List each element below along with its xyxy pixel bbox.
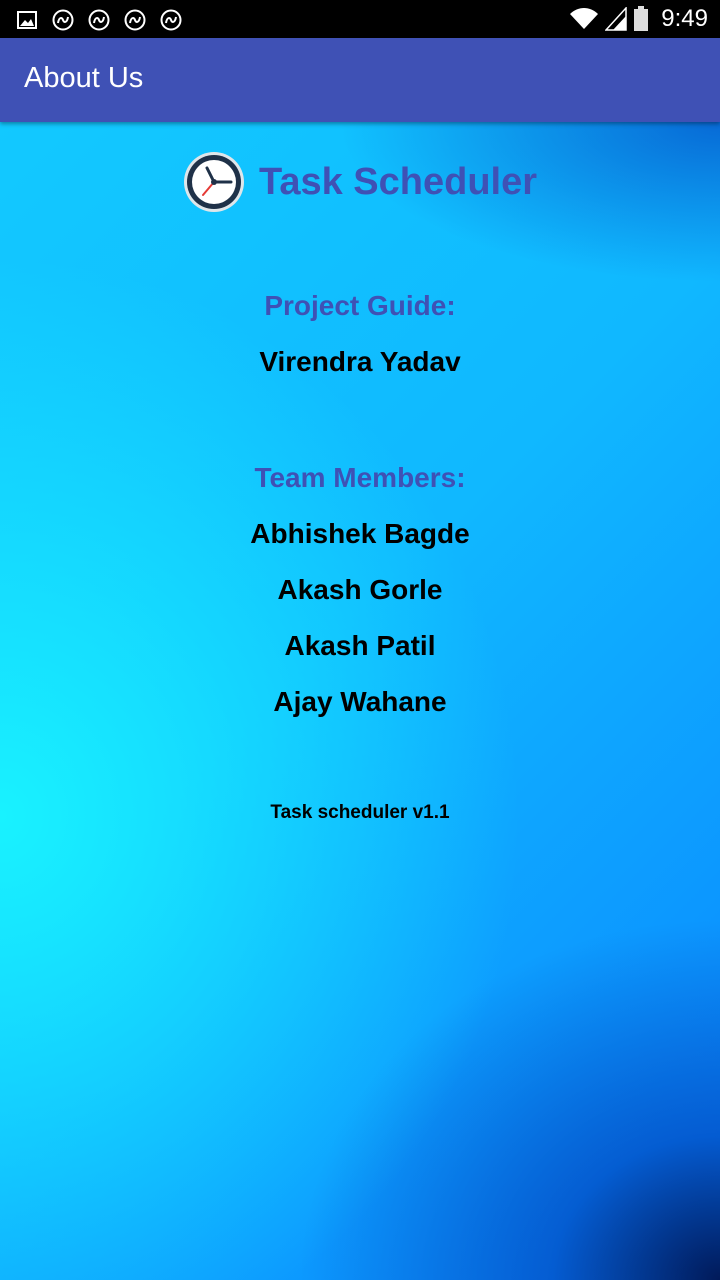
system-icons: 9:49 <box>563 5 708 33</box>
team-member: Akash Patil <box>284 630 436 661</box>
team-members-label: Team Members: <box>254 462 466 493</box>
sync-icon <box>52 9 74 31</box>
app-header: Task Scheduler <box>0 150 720 214</box>
signal-icon <box>605 7 628 31</box>
team-member: Ajay Wahane <box>273 686 447 717</box>
project-guide-name: Virendra Yadav <box>259 346 461 377</box>
battery-icon <box>633 6 649 32</box>
status-time: 9:49 <box>661 5 708 32</box>
notification-icons <box>16 8 196 32</box>
app-name: Task Scheduler <box>258 160 538 203</box>
project-guide-label: Project Guide: <box>264 290 456 321</box>
wifi-icon <box>569 7 599 31</box>
app-bar: About Us <box>0 38 720 122</box>
team-member: Akash Gorle <box>277 574 443 605</box>
clock-icon <box>183 152 244 212</box>
about-content: Task Scheduler Project Guide: Virendra Y… <box>0 122 720 1280</box>
sync-icon <box>124 9 146 31</box>
sync-icon <box>88 9 110 31</box>
version-label: Task scheduler v1.1 <box>270 802 450 823</box>
image-icon <box>16 9 38 31</box>
team-member: Abhishek Bagde <box>250 518 470 549</box>
sync-icon <box>160 9 182 31</box>
page-title: About Us <box>24 62 144 94</box>
status-bar: 9:49 <box>0 0 720 38</box>
